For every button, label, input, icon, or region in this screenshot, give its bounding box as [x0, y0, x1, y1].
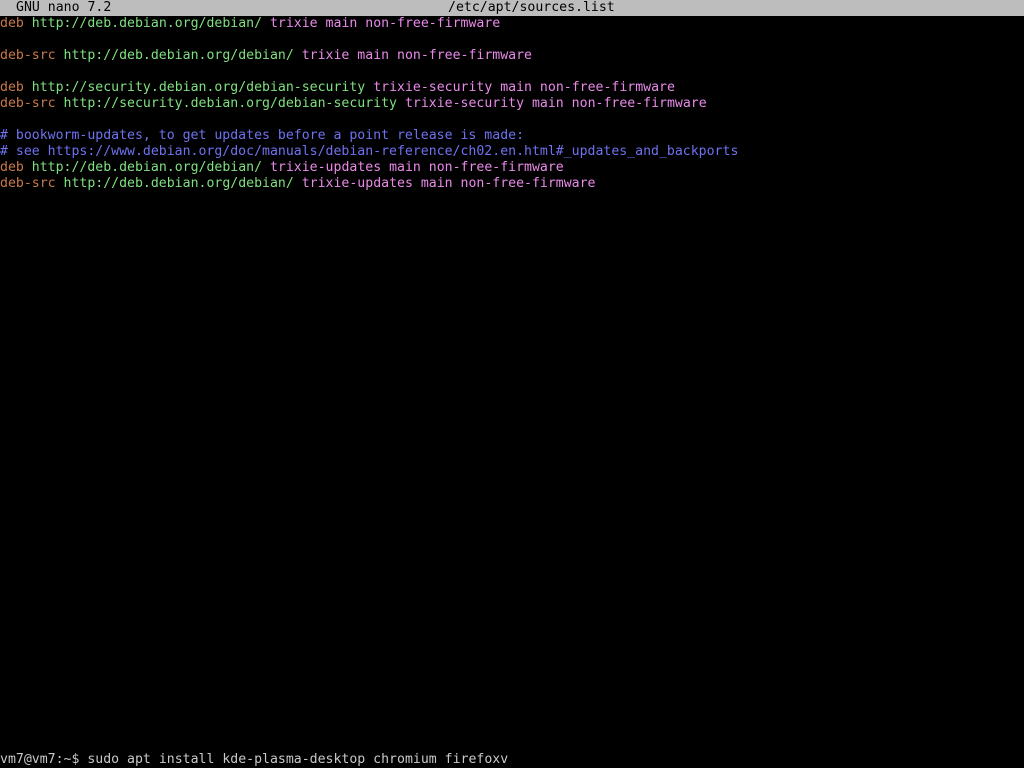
terminal-screen[interactable]: GNU nano 7.2 /etc/apt/sources.list deb h… — [0, 0, 1024, 768]
shell-command-line[interactable]: vm7@vm7:~$ sudo apt install kde-plasma-d… — [0, 752, 1024, 768]
repo-suite-components: trixie-updates main non-free-firmware — [269, 160, 564, 175]
editor-line-3: deb-src http://deb.debian.org/debian/ tr… — [0, 48, 1024, 64]
repo-url: http://deb.debian.org/debian/ — [31, 160, 263, 175]
repo-url: http://deb.debian.org/debian/ — [63, 48, 294, 63]
shell-command-input[interactable]: sudo apt install kde-plasma-desktop chro… — [87, 752, 508, 767]
editor-line-7 — [0, 112, 1024, 128]
editor-line-10: deb http://deb.debian.org/debian/ trixie… — [0, 160, 1024, 176]
repo-suite-components: trixie-updates main non-free-firmware — [301, 176, 596, 191]
editor-line-5: deb http://security.debian.org/debian-se… — [0, 80, 1024, 96]
editor-line-6: deb-src http://security.debian.org/debia… — [0, 96, 1024, 112]
repo-type: deb-src — [0, 48, 56, 63]
repo-suite-components: trixie main non-free-firmware — [269, 16, 501, 31]
repo-suite-components: trixie-security main non-free-firmware — [373, 80, 675, 95]
repo-url: http://deb.debian.org/debian/ — [63, 176, 294, 191]
repo-type: deb-src — [0, 96, 56, 111]
shell-prompt: vm7@vm7:~$ — [0, 752, 80, 767]
open-file-path: /etc/apt/sources.list — [448, 0, 615, 15]
repo-suite-components: trixie-security main non-free-firmware — [404, 96, 707, 111]
editor-line-1: deb http://deb.debian.org/debian/ trixie… — [0, 16, 1024, 32]
editor-line-4 — [0, 64, 1024, 80]
repo-url: http://deb.debian.org/debian/ — [31, 16, 263, 31]
editor-line-2 — [0, 32, 1024, 48]
comment-text: # see https://www.debian.org/doc/manuals… — [0, 144, 739, 159]
editor-buffer[interactable]: deb http://deb.debian.org/debian/ trixie… — [0, 16, 1024, 192]
repo-url: http://security.debian.org/debian-securi… — [63, 96, 397, 111]
editor-app-name: GNU nano 7.2 — [16, 0, 112, 15]
repo-url: http://security.debian.org/debian-securi… — [31, 80, 366, 95]
editor-line-9: # see https://www.debian.org/doc/manuals… — [0, 144, 1024, 160]
repo-type: deb — [0, 160, 24, 175]
comment-text: # bookworm-updates, to get updates befor… — [0, 128, 525, 143]
repo-type: deb — [0, 16, 24, 31]
repo-suite-components: trixie main non-free-firmware — [301, 48, 532, 63]
repo-type: deb — [0, 80, 24, 95]
editor-line-8: # bookworm-updates, to get updates befor… — [0, 128, 1024, 144]
repo-type: deb-src — [0, 176, 56, 191]
editor-line-11: deb-src http://deb.debian.org/debian/ tr… — [0, 176, 1024, 192]
nano-title-bar: GNU nano 7.2 /etc/apt/sources.list — [0, 0, 1024, 16]
